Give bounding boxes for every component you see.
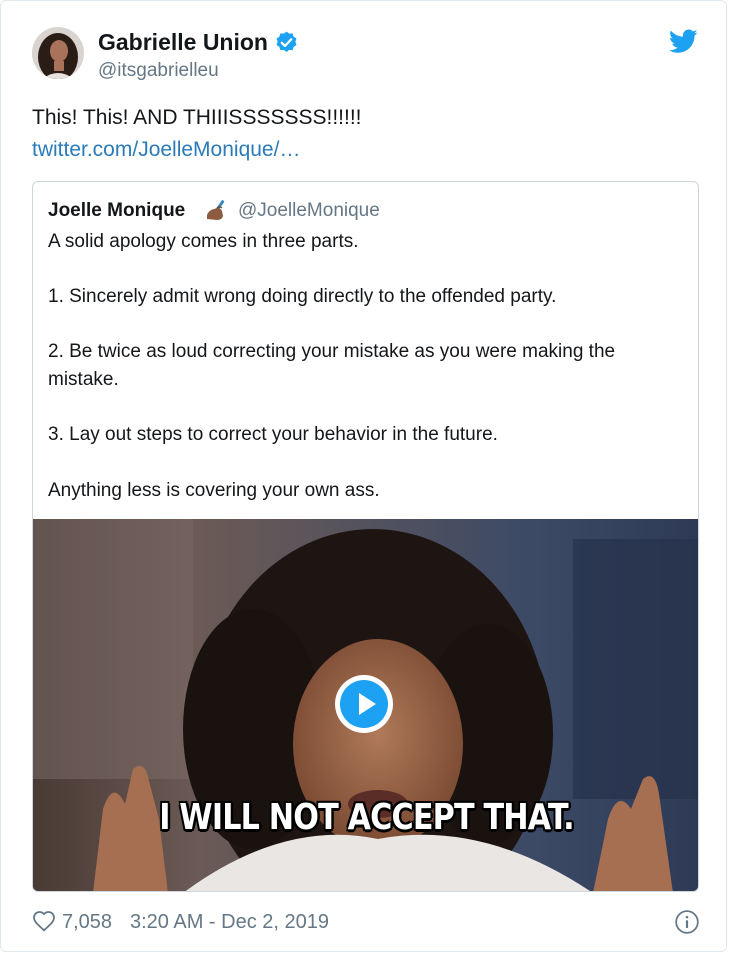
tweet-link[interactable]: twitter.com/JoelleMonique/… [32,137,300,163]
verified-badge-icon [276,31,297,52]
tweet-footer: 7,058 3:20 AM - Dec 2, 2019 [32,908,699,936]
writing-hand-emoji [206,200,225,220]
quoted-text-line: Anything less is covering your own ass. [48,480,380,501]
quoted-media-gif[interactable]: I WILL NOT ACCEPT THAT. [33,519,698,891]
author-handle[interactable]: @itsgabrielleu [98,59,219,83]
author-name[interactable]: Gabrielle Union [98,28,268,56]
info-icon[interactable] [674,909,700,935]
quoted-author-name: Joelle Monique [48,200,186,221]
quoted-text-line: A solid apology comes in three parts. [48,231,359,252]
quoted-text-line: mistake. [48,369,119,390]
twitter-bird-icon[interactable] [669,29,698,54]
tweet-timestamp[interactable]: 3:20 AM - Dec 2, 2019 [130,909,329,935]
quoted-text-line: 2. Be twice as loud correcting your mist… [48,341,616,362]
tweet-card: Gabrielle Union @itsgabrielleu This! Thi… [0,0,727,952]
author-avatar[interactable] [32,27,84,79]
quoted-text-line: 3. Lay out steps to correct your behavio… [48,424,498,445]
tweet-text: This! This! AND THIIISSSSSSS!!!!!! [32,106,362,129]
like-count[interactable]: 7,058 [62,909,112,935]
play-icon[interactable] [335,675,393,733]
media-caption: I WILL NOT ACCEPT THAT. [159,797,574,838]
quoted-tweet[interactable]: Joelle Monique @JoelleMonique A solid ap… [32,181,699,892]
quoted-text-line: 1. Sincerely admit wrong doing directly … [48,286,557,307]
quoted-author-handle: @JoelleMonique [238,200,380,221]
heart-icon[interactable] [32,909,56,933]
